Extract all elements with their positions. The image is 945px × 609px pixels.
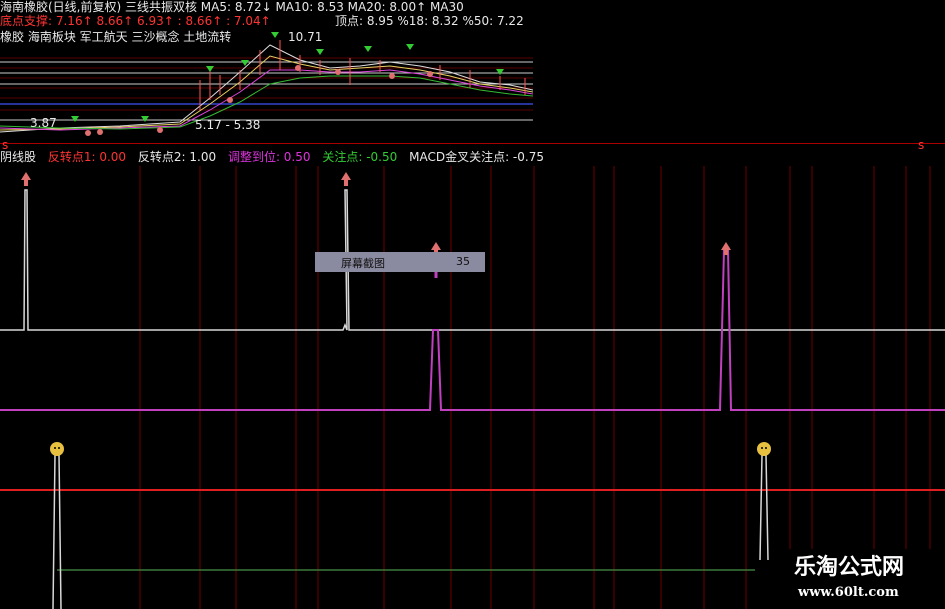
macd-cross-focus: MACD金叉关注点: -0.75 — [409, 150, 544, 164]
range-label: 5.17 - 5.38 — [195, 118, 261, 132]
up-arrow-icon — [21, 172, 31, 186]
site-name: 乐淘公式网 — [794, 554, 905, 580]
top-point-values: 顶点: 8.95 %18: 8.32 %50: 7.22 — [335, 14, 524, 28]
kline-panel[interactable]: 海南橡胶(日线,前复权) 三线共振双核 MA5: 8.72↓ MA10: 8.5… — [0, 0, 533, 143]
tooltip-value: 35 — [456, 255, 470, 268]
gold-face-icon — [50, 442, 64, 456]
screenshot-tooltip[interactable]: 屏幕截图 35 — [315, 252, 485, 272]
vertical-grid — [139, 166, 931, 609]
ma-line — [0, 69, 533, 131]
lower-spike-right — [759, 454, 769, 561]
kline-title: 海南橡胶(日线,前复权) 三线共振双核 MA5: 8.72↓ MA10: 8.5… — [0, 0, 464, 14]
site-url: www.60lt.com — [798, 585, 899, 600]
adjust-in-place: 调整到位: 0.50 — [227, 150, 311, 164]
concept-tags: 橡胶 海南板块 军工航天 三沙概念 土地流转 — [0, 30, 232, 44]
tooltip-label: 屏幕截图 — [341, 257, 385, 270]
gold-face-icon — [757, 442, 771, 456]
up-arrow-icon — [721, 242, 731, 255]
indicator-name: 阴线股 — [0, 150, 37, 164]
up-arrow-icon — [341, 172, 351, 186]
side-marker: s — [918, 138, 925, 152]
reversal-point-2: 反转点2: 1.00 — [137, 150, 217, 164]
indicator-header: 阴线股 反转点1: 0.00 反转点2: 1.00 调整到位: 0.50 关注点… — [0, 150, 552, 166]
support-levels: 底点支撑: 7.16↑ 8.66↑ 6.93↑ : 8.66↑ : 7.04↑ — [0, 14, 271, 28]
peak-price-label: 10.71 — [288, 30, 323, 44]
focus-point: 关注点: -0.50 — [322, 150, 398, 164]
site-watermark: 乐淘公式网 www.60lt.com — [780, 549, 945, 609]
reversal-point-1: 反转点1: 0.00 — [47, 150, 127, 164]
lower-spike-left — [52, 454, 62, 609]
low-price-label: 3.87 — [30, 116, 57, 130]
ma-line — [0, 55, 533, 131]
down-arrow-icon — [71, 32, 504, 122]
